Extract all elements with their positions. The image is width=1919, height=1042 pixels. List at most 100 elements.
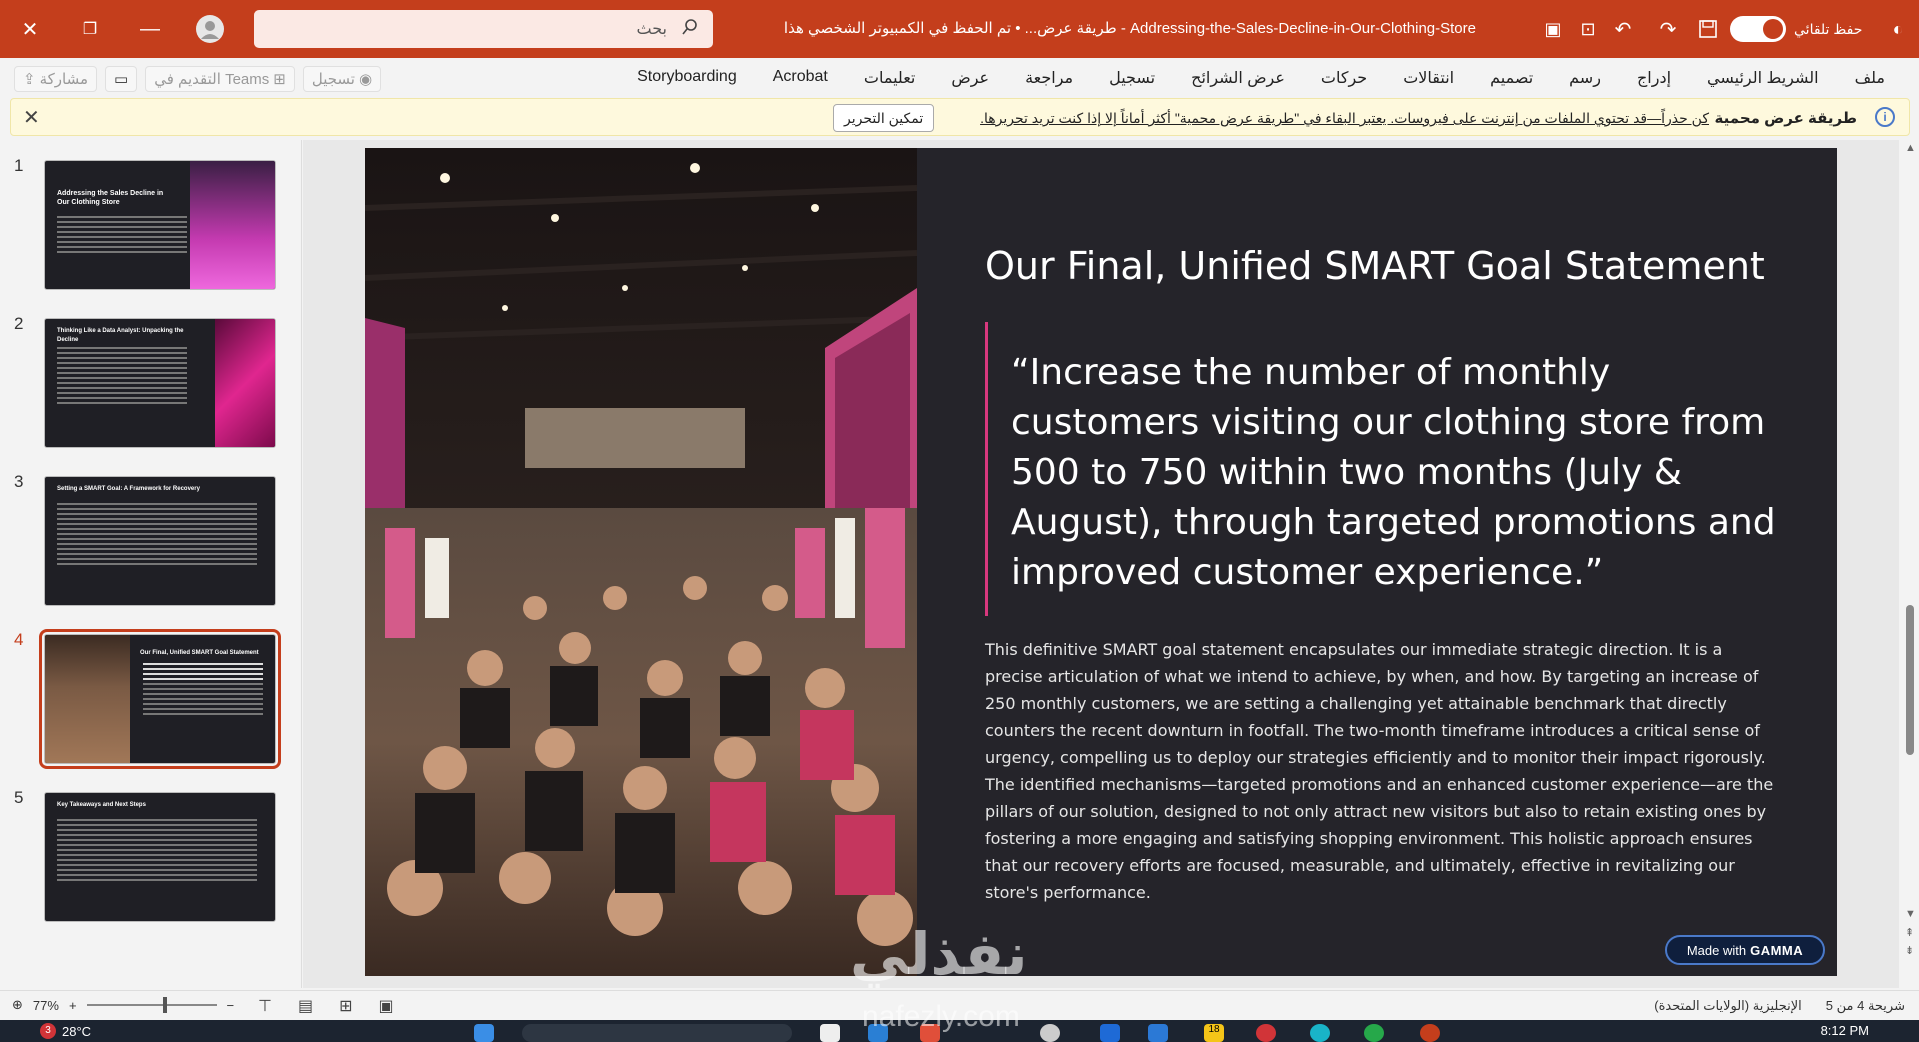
- tab-review[interactable]: مراجعة: [1007, 68, 1091, 88]
- slide-body-text[interactable]: This definitive SMART goal statement enc…: [985, 636, 1785, 906]
- scroll-up-icon[interactable]: ▲: [1905, 142, 1916, 154]
- tab-help[interactable]: تعليمات: [846, 68, 933, 88]
- taskbar-app-icon[interactable]: [1364, 1024, 1384, 1042]
- clock[interactable]: 8:12 PM: [1821, 1023, 1869, 1038]
- thumbnail-slide-5[interactable]: Key Takeaways and Next Steps: [44, 792, 276, 922]
- taskbar-app-icon[interactable]: [1148, 1024, 1168, 1042]
- tab-animations[interactable]: حركات: [1303, 68, 1385, 88]
- powerpoint-taskbar-icon[interactable]: [1420, 1024, 1440, 1042]
- tab-file[interactable]: ملف: [1837, 68, 1903, 88]
- taskbar-app-icon[interactable]: [1040, 1024, 1060, 1042]
- tab-home[interactable]: الشريط الرئيسي: [1689, 68, 1837, 88]
- ribbon-tabs: ملف الشريط الرئيسي إدراج رسم تصميم انتقا…: [619, 68, 1903, 88]
- share-icon: ⇪: [23, 71, 36, 88]
- previous-slide-icon[interactable]: ⇞: [1905, 926, 1914, 939]
- thumbnail-text-lines: [57, 347, 187, 407]
- enable-editing-button[interactable]: تمكين التحرير: [833, 104, 935, 132]
- shield-info-icon: i: [1875, 107, 1895, 127]
- thumbnail-image: [190, 161, 275, 289]
- zoom-slider[interactable]: [86, 997, 217, 1013]
- thumbnail-item[interactable]: 4 Our Final, Unified SMART Goal Statemen…: [0, 614, 300, 769]
- slideshow-icon[interactable]: ▣: [1535, 11, 1571, 47]
- taskbar-search-box[interactable]: [522, 1024, 792, 1042]
- gamma-logo: GAMMA: [1750, 942, 1804, 958]
- made-with-gamma-badge[interactable]: Made with GAMMA: [1665, 935, 1825, 965]
- thumbnail-item[interactable]: 5 Key Takeaways and Next Steps: [0, 772, 300, 922]
- zoom-out-icon[interactable]: −: [227, 998, 235, 1013]
- tab-design[interactable]: تصميم: [1472, 68, 1551, 88]
- protected-view-message[interactable]: كن حذراً—قد تحتوي الملفات من إنترنت على …: [980, 110, 1709, 127]
- search-input[interactable]: بحث: [254, 10, 713, 48]
- taskbar-app-icon[interactable]: [820, 1024, 840, 1042]
- redo-icon[interactable]: ↷: [1650, 11, 1686, 47]
- thumbnail-item[interactable]: 1 Addressing the Sales Decline in Our Cl…: [0, 140, 300, 290]
- close-icon[interactable]: ✕: [12, 11, 48, 47]
- thumbnail-item[interactable]: 3 Setting a SMART Goal: A Framework for …: [0, 456, 300, 606]
- thumbnail-number: 3: [14, 472, 24, 491]
- tab-view[interactable]: عرض: [933, 68, 1007, 88]
- tab-transitions[interactable]: انتقالات: [1385, 68, 1472, 88]
- account-avatar-icon[interactable]: [192, 11, 228, 47]
- slide-title[interactable]: Our Final, Unified SMART Goal Statement: [985, 244, 1785, 288]
- weather-widget[interactable]: 3 28°C: [40, 1023, 91, 1039]
- toggle-switch[interactable]: [1730, 16, 1786, 42]
- scroll-down-icon[interactable]: ▼: [1905, 908, 1916, 920]
- ribbon: ⇪ مشاركة ▭ التقديم في Teams ⊞ تسجيل ◉ ملف ا…: [0, 58, 1919, 98]
- comments-button[interactable]: ▭: [105, 66, 138, 92]
- slide-sorter-icon[interactable]: ⊞: [339, 996, 352, 1016]
- undo-icon[interactable]: ↶: [1605, 11, 1641, 47]
- normal-view-icon[interactable]: ▣: [378, 996, 393, 1016]
- windows-start-icon[interactable]: [474, 1024, 494, 1042]
- share-button[interactable]: ⇪ مشاركة: [14, 66, 97, 92]
- taskbar-app-icon[interactable]: [1256, 1024, 1276, 1042]
- taskbar-app-icon[interactable]: [1310, 1024, 1330, 1042]
- save-icon[interactable]: [1690, 11, 1726, 47]
- autosave-label: حفظ تلقائي: [1794, 20, 1863, 37]
- notification-badge: 3: [40, 1023, 56, 1039]
- close-icon[interactable]: ✕: [23, 105, 40, 130]
- comment-icon: ▭: [114, 71, 129, 88]
- restore-icon[interactable]: ❐: [72, 11, 108, 47]
- tab-slideshow[interactable]: عرض الشرائح: [1173, 68, 1303, 88]
- zoom-level[interactable]: 77%: [33, 998, 59, 1013]
- tab-acrobat[interactable]: Acrobat: [755, 68, 846, 88]
- thumbnail-slide-2[interactable]: Thinking Like a Data Analyst: Unpacking …: [44, 318, 276, 448]
- tab-record[interactable]: تسجيل: [1091, 68, 1173, 88]
- reading-view-icon[interactable]: ▤: [298, 996, 313, 1016]
- search-placeholder: بحث: [636, 21, 668, 38]
- vertical-scrollbar[interactable]: ▲ ▼ ⇞ ⇟: [1901, 140, 1919, 988]
- taskbar-app-badge-icon[interactable]: 18: [1204, 1024, 1224, 1042]
- autosave-toggle[interactable]: حفظ تلقائي: [1730, 16, 1862, 42]
- present-icon[interactable]: ⊡: [1570, 11, 1606, 47]
- language-indicator[interactable]: الإنجليزية (الولايات المتحدة): [1654, 998, 1801, 1014]
- taskbar-app-icon[interactable]: [1100, 1024, 1120, 1042]
- protected-view-title: طريقة عرض محمية: [1714, 110, 1857, 127]
- tab-storyboarding[interactable]: Storyboarding: [619, 68, 755, 88]
- next-slide-icon[interactable]: ⇟: [1905, 944, 1914, 957]
- slide-counter: شريحة 4 من 5: [1825, 998, 1905, 1013]
- document-title[interactable]: Addressing-the-Sales-Decline-in-Our-Clot…: [776, 19, 1476, 37]
- scrollbar-thumb[interactable]: [1906, 605, 1914, 755]
- fit-to-window-icon[interactable]: ⊕: [12, 997, 23, 1013]
- minimize-icon[interactable]: —: [132, 11, 168, 47]
- tab-insert[interactable]: إدراج: [1619, 68, 1689, 88]
- goal-quote[interactable]: “Increase the number of monthly customer…: [1011, 348, 1791, 598]
- thumbnail-item[interactable]: 2 Thinking Like a Data Analyst: Unpackin…: [0, 298, 300, 448]
- present-in-teams-button[interactable]: التقديم في Teams ⊞: [145, 66, 295, 92]
- thumbnail-title: Key Takeaways and Next Steps: [57, 802, 146, 808]
- slideshow-view-icon[interactable]: ⊤: [258, 996, 272, 1016]
- record-button[interactable]: تسجيل ◉: [302, 66, 382, 92]
- zoom-in-icon[interactable]: +: [69, 998, 77, 1013]
- tab-draw[interactable]: رسم: [1551, 68, 1619, 88]
- thumbnail-slide-3[interactable]: Setting a SMART Goal: A Framework for Re…: [44, 476, 276, 606]
- protected-view-bar: i طريقة عرض محمية كن حذراً—قد تحتوي المل…: [10, 98, 1910, 136]
- current-slide[interactable]: Our Final, Unified SMART Goal Statement …: [365, 148, 1837, 976]
- thumbnail-slide-1[interactable]: Addressing the Sales Decline in Our Clot…: [44, 160, 276, 290]
- teams-icon: ⊞: [273, 71, 286, 88]
- share-label: مشاركة: [39, 71, 88, 88]
- powerpoint-logo-icon: ◐: [1892, 18, 1904, 39]
- thumbnail-title: Our Final, Unified SMART Goal Statement: [140, 650, 259, 656]
- thumbnail-title: Addressing the Sales Decline in Our Clot…: [57, 190, 164, 206]
- thumbnail-slide-4[interactable]: Our Final, Unified SMART Goal Statement: [39, 629, 281, 769]
- thumbnail-text-lines: [57, 503, 257, 568]
